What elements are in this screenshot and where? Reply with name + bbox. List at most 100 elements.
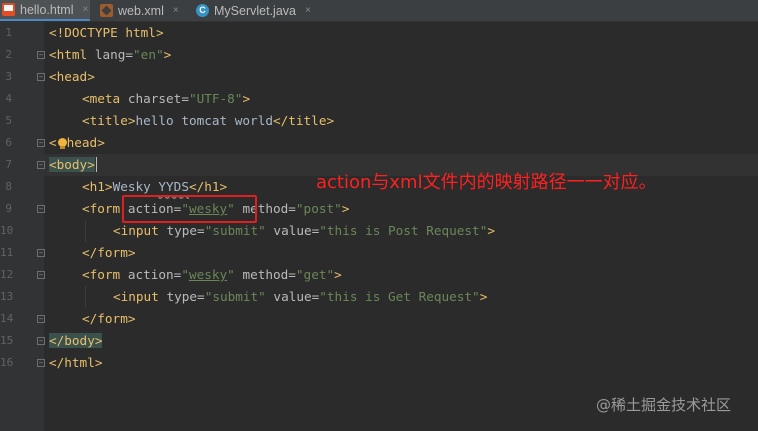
string: "this is Post Request" (319, 223, 488, 238)
fold-toggle-icon[interactable]: − (37, 249, 45, 257)
annotation-text: action与xml文件内的映射路径一一对应。 (316, 172, 657, 193)
attr: charset= (127, 91, 189, 106)
line-number: 6 (5, 136, 12, 149)
code-line-10: <input type="submit" value="this is Post… (113, 220, 495, 242)
line-number: 12 (0, 268, 14, 281)
attr: value= (265, 223, 320, 238)
tag: > (479, 289, 488, 304)
tag: </html> (49, 355, 103, 370)
action-path[interactable]: wesky (189, 267, 227, 282)
close-icon[interactable]: × (83, 4, 89, 15)
tab-hello-html[interactable]: hello.html × (0, 0, 90, 21)
line-number: 10 (0, 224, 14, 237)
code-line-16: </html> (49, 352, 102, 374)
watermark: @稀土掘金技术社区 (596, 396, 732, 414)
line-number: 4 (5, 92, 12, 105)
string: " (181, 267, 189, 282)
tag: <input (113, 289, 167, 304)
tab-web-xml[interactable]: web.xml × (100, 0, 188, 21)
code-line-11: </form> (82, 242, 135, 264)
attr: type= (166, 289, 205, 304)
code-line-7: <body> (49, 154, 97, 176)
tab-label: MyServlet.java (214, 3, 296, 18)
string: "submit" (204, 289, 266, 304)
fold-toggle-icon[interactable]: − (37, 161, 45, 169)
code-line-12: <form action="wesky" method="get"> (82, 264, 342, 286)
code-line-1: <!DOCTYPE html> (49, 22, 164, 44)
line-number: 14 (0, 312, 14, 325)
editor-tab-bar: hello.html × web.xml × C MyServlet.java … (0, 0, 758, 22)
line-number: 2 (5, 48, 12, 61)
tag: > (242, 91, 251, 106)
string: "post" (295, 201, 342, 216)
editor-gutter: 1 2 3 4 5 6 7 8 9 10 11 12 13 14 15 16 (0, 22, 44, 431)
string: "submit" (204, 223, 266, 238)
attr: action= (127, 267, 182, 282)
tag: </form> (82, 245, 136, 260)
attr: method= (234, 267, 296, 282)
text: YYDS (158, 179, 189, 194)
code-line-4: <meta charset="UTF-8"> (82, 88, 250, 110)
text: Wesky (112, 179, 159, 194)
code-line-6: < head> (49, 132, 105, 154)
fold-toggle-icon[interactable]: − (37, 315, 45, 323)
tag: </body> (49, 333, 103, 348)
tab-myservlet-java[interactable]: C MyServlet.java × (196, 0, 321, 21)
code-line-5: <title>hello tomcat world</title> (82, 110, 334, 132)
string: " (227, 267, 235, 282)
lightbulb-icon[interactable] (57, 137, 67, 150)
string: "get" (295, 267, 335, 282)
string: "this is Get Request" (319, 289, 480, 304)
fold-toggle-icon[interactable]: − (37, 205, 45, 213)
tag: <form (82, 201, 128, 216)
close-icon[interactable]: × (305, 5, 311, 16)
xml-file-icon (100, 4, 113, 17)
code-line-14: </form> (82, 308, 135, 330)
fold-toggle-icon[interactable]: − (37, 73, 45, 81)
text-cursor (95, 157, 97, 172)
line-number: 1 (5, 26, 12, 39)
line-number: 8 (5, 180, 12, 193)
string: "en" (133, 47, 164, 62)
text: hello tomcat world (135, 113, 273, 128)
tag: <body> (49, 157, 95, 172)
line-number: 7 (5, 158, 12, 171)
fold-toggle-icon[interactable]: − (37, 337, 45, 345)
line-number: 11 (0, 246, 14, 259)
tag: > (163, 47, 172, 62)
tag: <title> (82, 113, 136, 128)
tag: </h1> (188, 179, 228, 194)
attr: lang= (94, 47, 134, 62)
fold-toggle-icon[interactable]: − (37, 271, 45, 279)
close-icon[interactable]: × (173, 5, 179, 16)
tag: </title> (272, 113, 335, 128)
fold-toggle-icon[interactable]: − (37, 139, 45, 147)
string: "UTF-8" (188, 91, 243, 106)
doctype: <!DOCTYPE html> (49, 25, 164, 40)
line-number: 13 (0, 290, 14, 303)
tag: <meta (82, 91, 128, 106)
tag: > (487, 223, 495, 238)
line-number: 9 (5, 202, 12, 215)
tag: <html (49, 47, 95, 62)
attr: value= (265, 289, 320, 304)
tag: </form> (82, 311, 136, 326)
indent-guide (85, 220, 86, 242)
line-number: 5 (5, 114, 12, 127)
line-number: 15 (0, 334, 14, 347)
html-file-icon (2, 3, 15, 16)
fold-toggle-icon[interactable]: − (37, 51, 45, 59)
tag: head> (66, 135, 105, 150)
tag: <head> (49, 69, 95, 84)
fold-toggle-icon[interactable]: − (37, 359, 45, 367)
tag: < (49, 135, 57, 150)
indent-guide (85, 286, 86, 308)
tab-label: web.xml (118, 3, 164, 18)
java-class-icon: C (196, 4, 209, 17)
tab-label: hello.html (20, 2, 74, 17)
tag: <h1> (82, 179, 113, 194)
line-number: 16 (0, 356, 14, 369)
highlight-box (122, 195, 257, 223)
code-line-13: <input type="submit" value="this is Get … (113, 286, 487, 308)
tag: > (334, 267, 342, 282)
